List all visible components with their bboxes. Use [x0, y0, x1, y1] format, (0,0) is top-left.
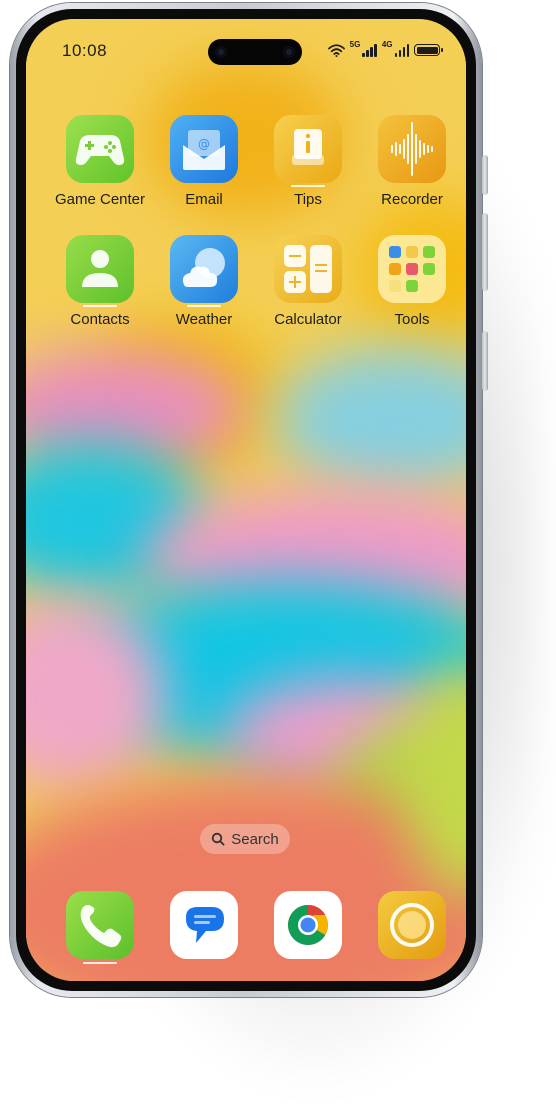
phone-frame: 10:08 5G 4G Game Center @ Email Tips Rec…	[10, 3, 488, 997]
app-label: Recorder	[381, 191, 443, 208]
signal-bars-icon	[362, 43, 377, 57]
new-indicator	[83, 305, 117, 307]
network-label-4g: 4G	[381, 40, 393, 49]
power-button	[482, 155, 488, 195]
battery-icon	[414, 44, 443, 56]
sensor-icon	[283, 46, 295, 58]
app-label: Game Center	[54, 191, 146, 208]
app-label: Email	[185, 191, 223, 208]
app-recorder[interactable]: Recorder	[360, 115, 464, 208]
info-card-icon	[274, 115, 342, 183]
status-bar: 10:08 5G 4G	[26, 19, 466, 71]
new-indicator	[187, 305, 221, 307]
volume-down-button	[482, 331, 488, 391]
message-bubble-icon	[186, 907, 224, 943]
search-button[interactable]: Search	[200, 824, 290, 854]
app-label: Calculator	[274, 311, 342, 328]
app-label: Tools	[394, 311, 430, 328]
network-label-5g: 5G	[349, 40, 361, 49]
app-tips[interactable]: Tips	[256, 115, 360, 208]
app-contacts[interactable]: Contacts	[48, 235, 152, 328]
app-calculator[interactable]: Calculator	[256, 235, 360, 328]
dock-indicator	[83, 962, 117, 964]
folder-icon	[378, 235, 446, 303]
status-icons: 5G 4G	[327, 40, 443, 59]
phone-icon	[80, 905, 122, 948]
app-game-center[interactable]: Game Center	[48, 115, 152, 208]
volume-up-button	[482, 213, 488, 291]
waveform-icon	[378, 115, 446, 183]
home-screen: 10:08 5G 4G Game Center @ Email Tips Rec…	[26, 19, 466, 981]
front-camera-icon	[215, 46, 227, 58]
search-icon	[212, 832, 225, 846]
dock-phone[interactable]	[66, 891, 134, 959]
status-time: 10:08	[62, 41, 108, 60]
envelope-icon: @	[170, 115, 238, 183]
svg-text:@: @	[198, 137, 210, 151]
chrome-icon	[288, 905, 328, 945]
dock-camera[interactable]	[378, 891, 446, 959]
dock-messages[interactable]	[170, 891, 238, 959]
search-label: Search	[231, 830, 279, 848]
signal-bars-icon	[394, 43, 409, 57]
app-label: Contacts	[70, 311, 130, 328]
camera-cutout	[208, 39, 302, 65]
app-email[interactable]: @ Email	[152, 115, 256, 208]
app-weather[interactable]: Weather	[152, 235, 256, 328]
app-label: Weather	[175, 311, 233, 328]
dock-chrome[interactable]	[274, 891, 342, 959]
person-icon	[66, 235, 134, 303]
camera-ring-icon	[390, 903, 434, 947]
gamepad-icon	[66, 115, 134, 183]
app-label: Tips	[294, 191, 322, 208]
calculator-icon	[274, 235, 342, 303]
cloud-icon	[170, 235, 238, 303]
new-indicator	[291, 185, 325, 187]
wifi-icon	[327, 43, 345, 57]
app-tools-folder[interactable]: Tools	[360, 235, 464, 328]
